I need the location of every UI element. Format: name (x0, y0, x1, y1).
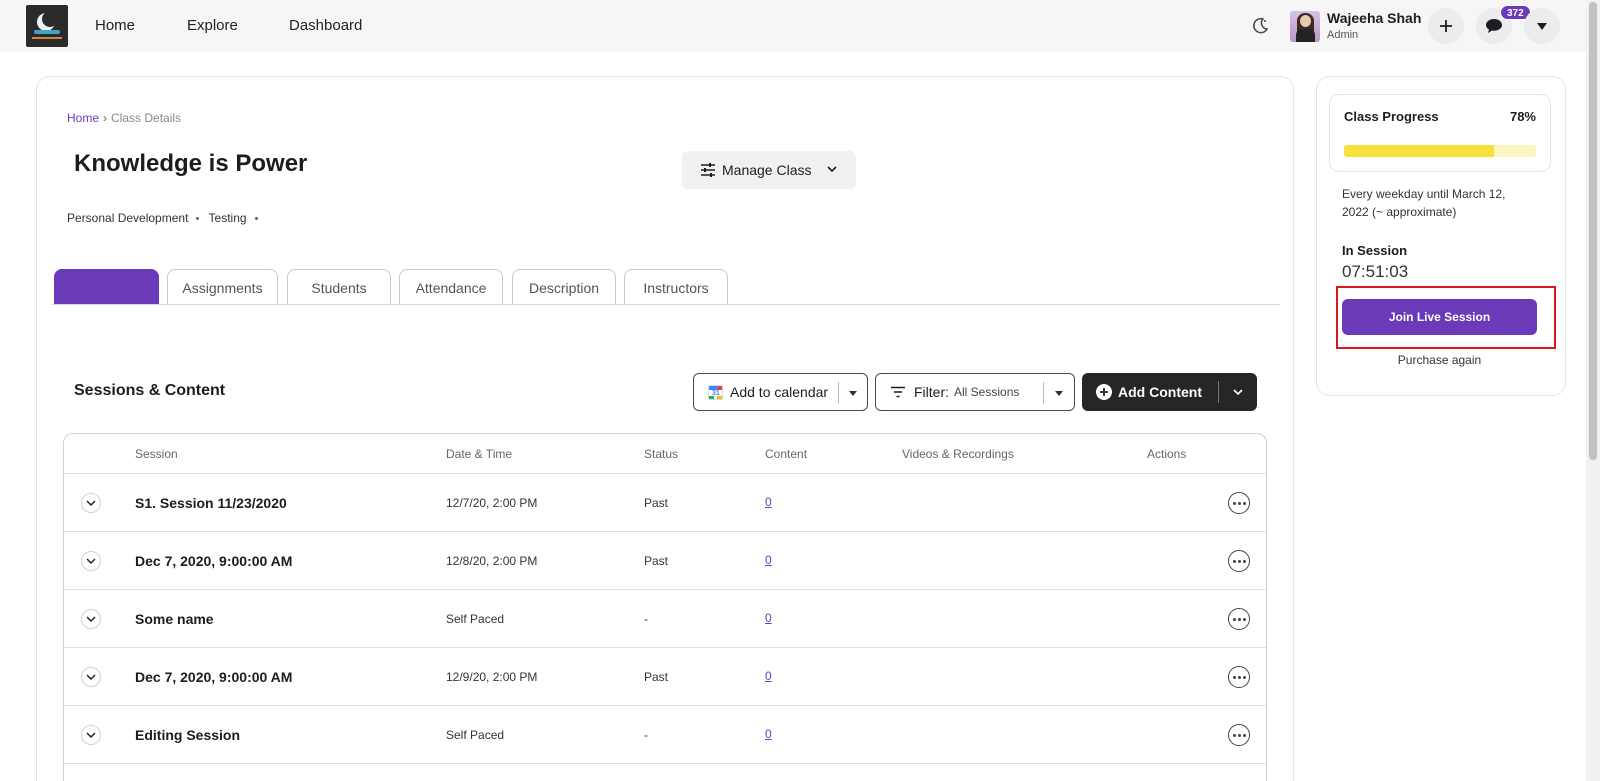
tab-students[interactable]: Students (287, 269, 391, 305)
session-datetime: 12/8/20, 2:00 PM (446, 554, 538, 568)
session-content-link[interactable]: 0 (765, 495, 772, 509)
filter-sessions-dropdown[interactable]: Filter: All Sessions (875, 373, 1075, 411)
tab-instructors[interactable]: Instructors (624, 269, 728, 305)
session-datetime: 12/9/20, 2:00 PM (446, 670, 538, 684)
add-content-button[interactable]: Add Content (1082, 373, 1257, 411)
session-content-link[interactable]: 0 (765, 727, 772, 741)
tab-description[interactable]: Description (512, 269, 616, 305)
col-datetime: Date & Time (446, 447, 513, 461)
col-actions: Actions (1147, 447, 1187, 461)
table-row: Dec 7, 2020, 9:00:00 AM 12/9/20, 2:00 PM… (64, 648, 1266, 706)
more-actions-icon[interactable] (1228, 608, 1250, 630)
session-name[interactable]: Some name (135, 611, 214, 627)
google-calendar-icon: 31 (708, 384, 723, 400)
table-row: S1. Session 11/23/2020 12/7/20, 2:00 PM … (64, 474, 1266, 532)
session-status: Past (644, 554, 669, 568)
tab-attendance[interactable]: Attendance (399, 269, 503, 305)
session-name[interactable]: Dec 7, 2020, 9:00:00 AM (135, 669, 292, 685)
user-menu-dropdown-button[interactable] (1524, 8, 1560, 44)
table-row: Some name Self Paced - 0 (64, 590, 1266, 648)
dark-mode-moon-icon[interactable] (1250, 16, 1270, 36)
session-content-link[interactable]: 0 (765, 669, 772, 683)
table-row: Dec 7, 2020, 9:00:00 AM 12/8/20, 2:00 PM… (64, 532, 1266, 590)
user-avatar[interactable] (1290, 11, 1320, 42)
progress-label: Class Progress (1344, 109, 1439, 124)
user-role: Admin (1327, 29, 1359, 41)
nav-dashboard[interactable]: Dashboard (289, 17, 362, 34)
more-actions-icon[interactable] (1228, 550, 1250, 572)
add-content-label: Add Content (1118, 384, 1202, 400)
nav-explore[interactable]: Explore (187, 17, 238, 34)
app-logo[interactable] (26, 5, 68, 47)
breadcrumb-home-link[interactable]: Home (67, 111, 99, 125)
expand-chevron-icon[interactable] (81, 551, 101, 571)
plus-circle-icon (1096, 384, 1112, 400)
expand-chevron-icon[interactable] (81, 725, 101, 745)
session-status: - (644, 612, 648, 626)
progress-bar (1344, 145, 1536, 157)
manage-class-label: Manage Class (722, 162, 812, 178)
page-title: Knowledge is Power (74, 150, 308, 177)
chevron-down-icon[interactable] (826, 162, 838, 176)
calendar-caret-down-icon[interactable] (849, 391, 857, 396)
progress-bar-fill (1344, 145, 1494, 157)
class-progress-box: Class Progress 78% (1329, 94, 1551, 172)
join-live-session-button[interactable]: Join Live Session (1342, 299, 1537, 335)
session-datetime: Self Paced (446, 728, 505, 742)
nav-home[interactable]: Home (95, 17, 135, 34)
session-status: Past (644, 670, 669, 684)
col-content: Content (765, 447, 808, 461)
session-name[interactable]: S1. Session 11/23/2020 (135, 495, 287, 511)
col-videos: Videos & Recordings (902, 447, 1014, 461)
expand-chevron-icon[interactable] (81, 609, 101, 629)
manage-class-button[interactable]: Manage Class (682, 151, 856, 189)
session-status: Past (644, 496, 669, 510)
expand-chevron-icon[interactable] (81, 667, 101, 687)
sessions-section-title: Sessions & Content (74, 382, 226, 399)
chevron-down-icon[interactable] (1232, 386, 1244, 398)
more-actions-icon[interactable] (1228, 666, 1250, 688)
tab-assignments[interactable]: Assignments (167, 269, 278, 305)
more-actions-icon[interactable] (1228, 492, 1250, 514)
add-plus-button[interactable] (1428, 8, 1464, 44)
table-row: Editing Session Self Paced - 0 (64, 706, 1266, 764)
schedule-text: Every weekday until March 12, 2022 (~ ap… (1342, 187, 1506, 219)
tabs-divider (52, 304, 1280, 305)
expand-chevron-icon[interactable] (81, 493, 101, 513)
top-navbar: Home Explore Dashboard Wajeeha Shah Admi… (0, 0, 1586, 52)
more-actions-icon[interactable] (1228, 724, 1250, 746)
class-tags: Personal Development Testing (67, 211, 264, 225)
progress-percent: 78% (1509, 109, 1536, 124)
col-session: Session (135, 447, 178, 461)
breadcrumb-current: Class Details (111, 111, 182, 125)
session-name[interactable]: Editing Session (135, 727, 240, 743)
purchase-again-link[interactable]: Purchase again (1342, 353, 1537, 367)
table-header: Session Date & Time Status Content Video… (64, 434, 1266, 474)
tag-item[interactable]: Personal Development (67, 211, 200, 225)
session-content-link[interactable]: 0 (765, 611, 772, 625)
breadcrumb: Home › Class Details (67, 111, 182, 125)
session-name[interactable]: Dec 7, 2020, 9:00:00 AM (135, 553, 292, 569)
filter-label: Filter: (914, 384, 949, 400)
page-scrollbar[interactable] (1586, 0, 1600, 781)
sliders-icon (701, 163, 715, 177)
session-content-link[interactable]: 0 (765, 553, 772, 567)
filter-icon (891, 386, 905, 398)
filter-value: All Sessions (954, 385, 1020, 399)
filter-caret-down-icon[interactable] (1055, 391, 1063, 396)
add-to-calendar-button[interactable]: 31 Add to calendar (693, 373, 868, 411)
tab-sessions-active[interactable] (54, 269, 159, 305)
add-to-calendar-label: Add to calendar (730, 384, 829, 400)
in-session-label: In Session (1342, 243, 1408, 258)
session-datetime: 12/7/20, 2:00 PM (446, 496, 538, 510)
session-status: - (644, 728, 648, 742)
session-datetime: Self Paced (446, 612, 505, 626)
user-name[interactable]: Wajeeha Shah (1327, 10, 1421, 26)
tag-item[interactable]: Testing (209, 211, 258, 225)
col-status: Status (644, 447, 679, 461)
sessions-table: Session Date & Time Status Content Video… (63, 433, 1267, 781)
session-timer: 07:51:03 (1342, 262, 1409, 281)
